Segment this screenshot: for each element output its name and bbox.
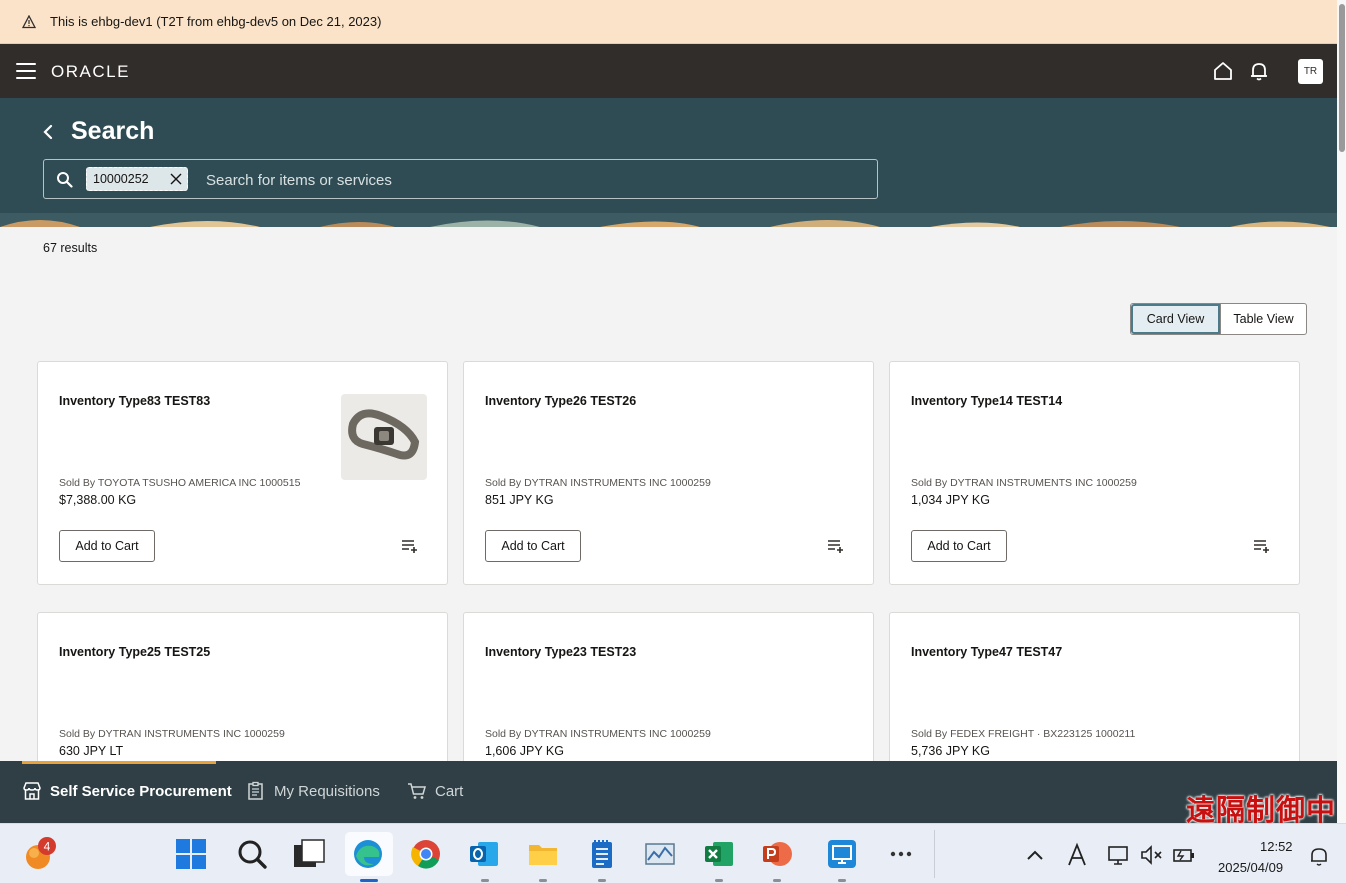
remote-desktop-icon[interactable] [826, 838, 858, 870]
battery-icon[interactable] [1171, 842, 1197, 868]
card-view-button[interactable]: Card View [1131, 304, 1220, 334]
price-text: $7,388.00 KG [59, 493, 137, 507]
clock-date[interactable]: 2025/04/09 [1218, 860, 1283, 875]
strap-image-icon [348, 409, 420, 460]
volume-muted-icon[interactable] [1139, 842, 1165, 868]
tab-label: My Requisitions [274, 782, 380, 800]
hero-decoration [0, 213, 1337, 227]
product-title[interactable]: Inventory Type14 TEST14 [911, 394, 1062, 408]
product-card[interactable]: Inventory Type26 TEST26 Sold By DYTRAN I… [463, 361, 874, 585]
chrome-icon[interactable] [410, 838, 442, 870]
notification-badge: 4 [38, 837, 56, 855]
active-tab-indicator [22, 761, 216, 764]
notification-center-icon[interactable] [1307, 844, 1331, 868]
store-icon [23, 782, 41, 800]
seller-text: Sold By DYTRAN INSTRUMENTS INC 1000259 [485, 477, 711, 489]
search-keyword-chip-label: 10000252 [93, 172, 149, 186]
input-method-icon[interactable] [1064, 842, 1090, 868]
bottom-navigation: Self Service Procurement My Requisitions… [0, 761, 1337, 823]
outlook-icon[interactable] [468, 838, 500, 870]
add-to-list-icon[interactable] [827, 538, 845, 554]
chevron-up-icon[interactable] [1022, 846, 1048, 866]
performance-monitor-icon[interactable] [644, 838, 676, 870]
edge-running-indicator [360, 879, 378, 882]
add-to-list-icon[interactable] [1253, 538, 1271, 554]
add-to-cart-button[interactable]: Add to Cart [485, 530, 581, 562]
product-title[interactable]: Inventory Type26 TEST26 [485, 394, 636, 408]
environment-banner: This is ehbg-dev1 (T2T from ehbg-dev5 on… [0, 0, 1337, 44]
tab-label: Self Service Procurement [50, 782, 232, 800]
scrollbar-thumb[interactable] [1339, 4, 1345, 152]
back-chevron-icon[interactable] [40, 122, 56, 142]
price-text: 630 JPY LT [59, 744, 124, 758]
oracle-logo[interactable]: ORACLE [51, 62, 130, 82]
product-card[interactable]: Inventory Type83 TEST83 Sold By TOYOTA T… [37, 361, 448, 585]
search-input[interactable] [206, 168, 856, 192]
environment-banner-text: This is ehbg-dev1 (T2T from ehbg-dev5 on… [50, 14, 382, 29]
requisition-icon [248, 781, 263, 800]
page-title: Search [71, 117, 155, 145]
tab-cart[interactable]: Cart [407, 781, 463, 801]
table-view-button[interactable]: Table View [1220, 304, 1306, 334]
tab-self-service-procurement[interactable]: Self Service Procurement [22, 781, 232, 801]
app-header: ORACLE TR [0, 44, 1337, 98]
search-icon[interactable] [236, 838, 268, 870]
seller-text: Sold By DYTRAN INSTRUMENTS INC 1000259 [485, 728, 711, 740]
home-icon[interactable] [1212, 60, 1234, 82]
product-title[interactable]: Inventory Type83 TEST83 [59, 394, 210, 408]
file-explorer-icon[interactable] [527, 838, 559, 870]
product-image[interactable] [341, 394, 427, 480]
search-keyword-chip[interactable]: 10000252 [86, 167, 188, 191]
excel-icon[interactable] [703, 838, 735, 870]
add-to-list-icon[interactable] [401, 538, 419, 554]
price-text: 1,606 JPY KG [485, 744, 564, 758]
seller-text: Sold By FEDEX FREIGHT · BX223125 1000211 [911, 728, 1136, 740]
price-text: 5,736 JPY KG [911, 744, 990, 758]
product-title[interactable]: Inventory Type47 TEST47 [911, 645, 1062, 659]
price-text: 851 JPY KG [485, 493, 554, 507]
powerpoint-icon[interactable] [761, 838, 793, 870]
search-icon[interactable] [56, 171, 73, 188]
view-toggle: Card View Table View [1130, 303, 1307, 335]
notifications-bell-icon[interactable] [1248, 60, 1270, 82]
more-icon[interactable] [885, 838, 917, 870]
taskbar-separator [934, 830, 935, 878]
seller-text: Sold By TOYOTA TSUSHO AMERICA INC 100051… [59, 477, 301, 489]
add-to-cart-button[interactable]: Add to Cart [59, 530, 155, 562]
product-title[interactable]: Inventory Type25 TEST25 [59, 645, 210, 659]
edge-icon[interactable] [352, 838, 384, 870]
search-box[interactable]: 10000252 [43, 159, 878, 199]
task-view-icon[interactable] [293, 838, 325, 870]
price-text: 1,034 JPY KG [911, 493, 990, 507]
explorer-running-indicator [539, 879, 547, 882]
seller-text: Sold By DYTRAN INSTRUMENTS INC 1000259 [911, 477, 1137, 489]
product-title[interactable]: Inventory Type23 TEST23 [485, 645, 636, 659]
powerpoint-running-indicator [773, 879, 781, 882]
network-icon[interactable] [1106, 842, 1132, 868]
windows-taskbar: 4 12:52 2025/04/09 [0, 823, 1346, 883]
clock-time[interactable]: 12:52 [1260, 839, 1293, 854]
tab-label: Cart [435, 782, 464, 800]
rdp-running-indicator [838, 879, 846, 882]
notepad-running-indicator [598, 879, 606, 882]
menu-icon[interactable] [16, 63, 36, 79]
notification-badge-count: 4 [44, 840, 51, 854]
results-count: 67 results [43, 241, 98, 255]
outlook-running-indicator [481, 879, 489, 882]
start-icon[interactable] [175, 838, 207, 870]
seller-text: Sold By DYTRAN INSTRUMENTS INC 1000259 [59, 728, 285, 740]
excel-running-indicator [715, 879, 723, 882]
notepad-icon[interactable] [586, 838, 618, 870]
add-to-cart-button[interactable]: Add to Cart [911, 530, 1007, 562]
close-icon[interactable] [169, 172, 183, 186]
warning-icon [22, 14, 36, 28]
user-avatar[interactable]: TR [1298, 59, 1323, 84]
search-hero: Search 10000252 [0, 98, 1337, 227]
screen: This is ehbg-dev1 (T2T from ehbg-dev5 on… [0, 0, 1346, 883]
product-card[interactable]: Inventory Type14 TEST14 Sold By DYTRAN I… [889, 361, 1300, 585]
tab-my-requisitions[interactable]: My Requisitions [246, 781, 380, 801]
cart-icon [408, 783, 426, 799]
